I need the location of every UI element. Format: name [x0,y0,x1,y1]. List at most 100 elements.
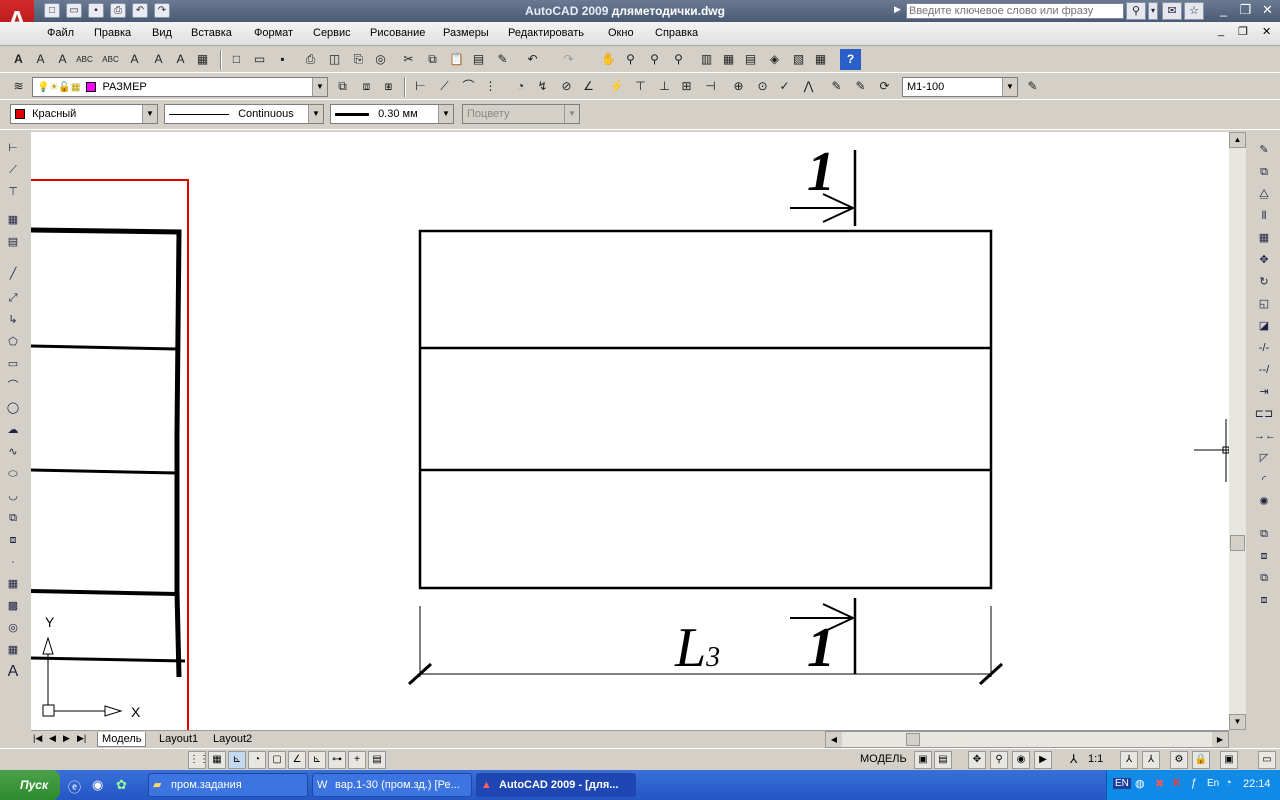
draw-order-above-icon[interactable]: ⧉ [1254,568,1274,588]
dim-arc-icon[interactable]: ⌒ [458,76,479,97]
layer-previous-icon[interactable]: ⧈ [356,76,377,97]
menu-edit[interactable]: Правка [94,27,131,39]
text-single-icon[interactable]: A [30,49,51,70]
jogged-linear-icon[interactable]: ⋀ [798,76,819,97]
quick-properties-icon[interactable]: ▤ [368,751,386,769]
snap-mode-icon[interactable]: ⋮⋮ [188,751,209,769]
object-snap-tracking-icon[interactable]: ∠ [288,751,306,769]
extend-icon[interactable]: --/ [1254,360,1274,380]
rotate-icon[interactable]: ↻ [1254,272,1274,292]
space-indicator[interactable]: МОДЕЛЬ [860,753,907,765]
tab-first-icon[interactable]: |◀ [33,733,42,744]
erase-icon[interactable]: ✎ [1254,140,1274,160]
revision-cloud-icon[interactable]: ☁ [3,420,23,440]
undo-toolbar-icon[interactable]: ↶ [522,49,543,70]
gradient-icon[interactable]: ▩ [3,596,23,616]
dim-break-icon[interactable]: ⊣ [700,76,721,97]
help-icon[interactable]: ? [840,49,861,70]
calculator-icon[interactable]: ▦ [810,49,831,70]
mirror-icon[interactable]: ⧋ [1254,184,1274,204]
dim-aligned-icon[interactable]: ⟋ [434,76,455,97]
stretch-icon[interactable]: ◪ [1254,316,1274,336]
explode-icon[interactable]: ✺ [1254,492,1274,512]
chevron-down-icon[interactable]: ▼ [142,105,157,123]
dim-ordinate-icon[interactable]: ⋮ [480,76,501,97]
arc-icon[interactable]: ⌒ [3,376,23,396]
dynamic-input-icon[interactable]: ⊶ [328,751,346,769]
search-input[interactable] [906,3,1124,19]
chevron-down-icon[interactable]: ▼ [564,105,579,123]
horizontal-scrollbar[interactable]: ◀ ▶ [825,731,1229,748]
language-indicator[interactable]: EN [1113,778,1131,789]
tray-network-icon[interactable]: ◍ [1135,777,1145,790]
color-dropdown[interactable]: Красный ▼ [10,104,158,124]
scroll-thumb[interactable] [1230,535,1245,551]
rectangle-icon[interactable]: ▭ [3,354,23,374]
spline-icon[interactable]: ∿ [3,442,23,462]
quicklaunch-app-icon[interactable]: ✿ [116,777,127,793]
annotation-scale[interactable]: 1:1 [1088,753,1103,765]
offset-icon[interactable]: ⫴ [1254,206,1274,226]
chevron-down-icon[interactable]: ▼ [312,78,327,96]
dim-angular-icon[interactable]: ∠ [578,76,599,97]
quick-view-drawings-icon[interactable]: ▤ [934,751,952,769]
undo-icon[interactable]: ↶ [132,3,148,18]
properties-icon[interactable]: ▥ [696,49,717,70]
redo-icon[interactable]: ↷ [154,3,170,18]
menu-tools[interactable]: Сервис [313,27,351,39]
tray-app-icon[interactable]: K [1173,777,1181,789]
tab-prev-icon[interactable]: ◀ [49,733,56,744]
tray-security-icon[interactable]: ✖ [1155,777,1164,790]
break-icon[interactable]: ⊏⊐ [1254,404,1274,424]
dim-text-edit-icon[interactable]: ✎ [850,76,871,97]
doc-close-icon[interactable]: ✕ [1262,25,1271,38]
break-at-point-icon[interactable]: ⇥ [1254,382,1274,402]
scale-icon[interactable]: ◱ [1254,294,1274,314]
plot-icon[interactable]: ⎙ [300,49,321,70]
dim-continue-icon[interactable]: ⊥ [654,76,675,97]
tolerance-icon[interactable]: ⊕ [728,76,749,97]
text-edit-icon[interactable]: A [52,49,73,70]
chamfer-icon[interactable]: ◸ [1254,448,1274,468]
tab-model[interactable]: Модель [97,732,147,747]
sheet-set-icon[interactable]: ◈ [764,49,785,70]
favorites-icon[interactable]: ☆ [1184,2,1204,20]
chevron-down-icon[interactable]: ▼ [1002,78,1017,96]
new-file-icon[interactable]: □ [44,3,60,18]
pan-icon[interactable]: ✋ [598,49,619,70]
dim-jogged-icon[interactable]: ↯ [532,76,553,97]
make-block-icon[interactable]: ⧈ [3,530,23,550]
chevron-down-icon[interactable]: ▼ [438,105,453,123]
hatch-icon[interactable]: ▦ [3,574,23,594]
menu-insert[interactable]: Вставка [191,27,232,39]
trim-icon[interactable]: -/- [1254,338,1274,358]
paste-icon[interactable]: 📋 [446,49,467,70]
menu-help[interactable]: Справка [655,27,698,39]
ellipse-icon[interactable]: ⬭ [3,464,23,484]
copy-icon[interactable]: ⧉ [422,49,443,70]
lineweight-dropdown[interactable]: 0.30 мм ▼ [330,104,454,124]
vertical-scrollbar[interactable]: ▲ ▼ [1229,132,1246,730]
search-expand-icon[interactable]: ▶ [894,4,901,15]
tray-flash-icon[interactable]: ƒ [1191,777,1197,789]
polar-tracking-icon[interactable]: ◔ [248,751,266,769]
scroll-down-icon[interactable]: ▼ [1229,714,1246,730]
object-snap-icon[interactable]: ▢ [268,751,286,769]
scroll-up-icon[interactable]: ▲ [1229,132,1246,148]
dim-linear-icon[interactable]: ⊢ [410,76,431,97]
menu-dimension[interactable]: Размеры [443,27,489,39]
dim-aligned-side-icon[interactable]: ⟋ [3,160,23,180]
task-autocad[interactable]: ▲ AutoCAD 2009 - [для... [476,773,636,797]
redo-toolbar-icon[interactable]: ↷ [558,49,579,70]
dim-edit-icon[interactable]: ✎ [826,76,847,97]
dim-baseline-icon[interactable]: ⊤ [630,76,651,97]
layer-states-icon[interactable]: ⧆ [378,76,399,97]
move-icon[interactable]: ✥ [1254,250,1274,270]
text-frame-icon[interactable]: ▦ [192,49,213,70]
annotation-visibility-icon[interactable]: ⅄ [1120,751,1138,769]
draw-order-under-icon[interactable]: ⧈ [1254,590,1274,610]
dim-diameter-icon[interactable]: ⊘ [556,76,577,97]
close-icon[interactable]: ✕ [1258,3,1277,19]
zoom-previous-icon[interactable]: ⚲ [668,49,689,70]
tab-layout2[interactable]: Layout2 [209,732,256,747]
